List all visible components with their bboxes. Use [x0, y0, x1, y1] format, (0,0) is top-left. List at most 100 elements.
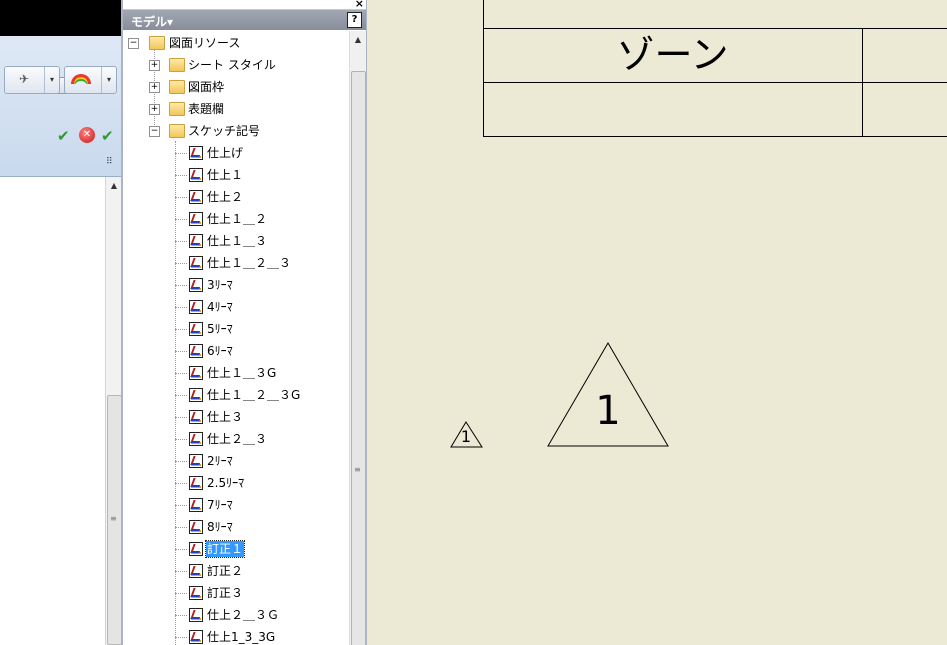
collapse-toggle[interactable]: − — [128, 38, 139, 49]
tree-item-symbol[interactable]: 8ﾘｰﾏ — [123, 516, 349, 538]
tree-label-selected: 訂正１ — [204, 540, 246, 558]
tree-label: 図面リソース — [169, 36, 241, 50]
tree-node-title-block[interactable]: + 表題欄 — [123, 98, 349, 120]
folder-icon — [149, 36, 165, 50]
sketch-symbol-icon — [189, 432, 203, 446]
tree-item-symbol[interactable]: 仕上２＿３Ｇ — [123, 604, 349, 626]
collapse-toggle[interactable]: − — [149, 126, 160, 137]
ribbon-toolbar: ▭ ❐ ✕ ✈ ▾ ▾ — [0, 36, 121, 177]
sketch-symbol-icon — [189, 278, 203, 292]
sketch-symbol-icon — [189, 454, 203, 468]
scroll-thumb[interactable]: ≡ — [107, 395, 121, 645]
tree-item-symbol[interactable]: 仕上１＿３ — [123, 230, 349, 252]
tree-label: 図面枠 — [188, 80, 225, 94]
tree-connector — [175, 241, 187, 242]
window-titlebar — [0, 0, 121, 36]
tree-item-symbol[interactable]: 仕上１＿２＿３G — [123, 384, 349, 406]
tree-label: 4ﾘｰﾏ — [207, 300, 233, 314]
folder-icon — [169, 102, 185, 116]
tree-connector — [175, 285, 187, 286]
panel-title-menu[interactable]: モデル▾ — [131, 13, 173, 30]
tree-connector — [175, 197, 187, 198]
tree-connector — [175, 461, 187, 462]
ok-check-icon[interactable]: ✔ — [101, 127, 114, 145]
tree-item-symbol-selected[interactable]: 訂正１ — [123, 538, 349, 560]
cancel-x-icon[interactable]: ✕ — [79, 127, 95, 143]
help-icon[interactable]: ? — [347, 12, 362, 28]
tree-item-symbol[interactable]: 仕上１＿２＿３ — [123, 252, 349, 274]
folder-icon — [169, 124, 185, 138]
tree-item-symbol[interactable]: 仕上３ — [123, 406, 349, 428]
sketch-symbol-icon — [189, 564, 203, 578]
sketch-symbol-icon — [189, 586, 203, 600]
tree-node-border[interactable]: + 図面枠 — [123, 76, 349, 98]
tree-connector — [175, 593, 187, 594]
tree-label: 訂正２ — [207, 564, 244, 578]
tree-node-sheet-style[interactable]: + シート スタイル — [123, 54, 349, 76]
left-scrollbar[interactable]: ▲ ≡ — [105, 177, 121, 645]
tree-connector — [175, 571, 187, 572]
tree-item-symbol[interactable]: 仕上１＿２ — [123, 208, 349, 230]
tree-connector — [175, 219, 187, 220]
tree-connector — [175, 351, 187, 352]
tree-item-symbol[interactable]: 仕上1_3_3G — [123, 626, 349, 645]
tree-node-sketch-symbols[interactable]: − スケッチ記号 — [123, 120, 349, 142]
tree-scrollbar[interactable]: ▲ ≡ — [349, 31, 366, 645]
tree-item-symbol[interactable]: 訂正２ — [123, 560, 349, 582]
tree-item-symbol[interactable]: 訂正３ — [123, 582, 349, 604]
appearance-split-button[interactable]: ▾ — [64, 66, 117, 94]
grip-icon[interactable]: ⠿ — [106, 157, 113, 167]
tree-connector — [175, 307, 187, 308]
tree-item-symbol[interactable]: 2ﾘｰﾏ — [123, 450, 349, 472]
tree-label: 仕上１＿２ — [207, 212, 268, 226]
zone-header-cell: ゾーン — [616, 33, 729, 77]
tree-item-symbol[interactable]: 仕上げ — [123, 142, 349, 164]
tree-item-symbol[interactable]: 仕上１＿３G — [123, 362, 349, 384]
tree-label: シート スタイル — [188, 58, 276, 72]
tree-item-symbol[interactable]: 2.5ﾘｰﾏ — [123, 472, 349, 494]
tree-label: 仕上２＿３Ｇ — [207, 608, 280, 622]
tree-label: 仕上１＿２＿３G — [207, 388, 301, 402]
rainbow-icon — [71, 74, 91, 84]
expand-toggle[interactable]: + — [149, 104, 160, 115]
tree-label: スケッチ記号 — [188, 124, 261, 138]
tree-item-symbol[interactable]: 6ﾘｰﾏ — [123, 340, 349, 362]
tree-connector — [175, 153, 187, 154]
tree-label: 5ﾘｰﾏ — [207, 322, 233, 336]
drawing-canvas[interactable]: ゾーン 1 1 — [367, 0, 947, 645]
expand-toggle[interactable]: + — [149, 82, 160, 93]
revision-triangle-symbol-small[interactable]: 1 — [450, 421, 484, 449]
scroll-thumb[interactable]: ≡ — [351, 71, 366, 645]
revision-number: 1 — [460, 427, 472, 446]
panel-header: モデル▾ ? — [123, 10, 366, 30]
chevron-down-icon[interactable]: ▾ — [44, 67, 59, 93]
tree-label: 仕上２＿３ — [207, 432, 268, 446]
tree-item-symbol[interactable]: 5ﾘｰﾏ — [123, 318, 349, 340]
close-icon[interactable]: × — [355, 0, 364, 10]
tree-connector — [175, 549, 187, 550]
sketch-symbol-icon — [189, 146, 203, 160]
chevron-down-icon[interactable]: ▾ — [101, 67, 116, 93]
tool-split-button[interactable]: ✈ ▾ — [4, 66, 60, 94]
panel-top-bar: × — [123, 0, 366, 10]
tree-item-symbol[interactable]: 4ﾘｰﾏ — [123, 296, 349, 318]
tree-item-symbol[interactable]: 3ﾘｰﾏ — [123, 274, 349, 296]
tree-node-root[interactable]: − 図面リソース — [123, 32, 349, 54]
revision-triangle-symbol[interactable]: 1 — [546, 342, 670, 448]
accept-check-icon[interactable]: ✔ — [57, 127, 70, 145]
table-rule — [483, 82, 947, 83]
tree-connector — [175, 505, 187, 506]
tree-item-symbol[interactable]: 仕上２＿３ — [123, 428, 349, 450]
expand-toggle[interactable]: + — [149, 60, 160, 71]
tree-label: 仕上1_3_3G — [207, 630, 276, 644]
tree-item-symbol[interactable]: 仕上１ — [123, 164, 349, 186]
tree-connector — [175, 637, 187, 638]
tree-item-symbol[interactable]: 仕上２ — [123, 186, 349, 208]
tree-item-symbol[interactable]: 7ﾘｰﾏ — [123, 494, 349, 516]
sketch-symbol-icon — [189, 388, 203, 402]
tree-connector — [175, 615, 187, 616]
tree-connector — [175, 175, 187, 176]
tree-connector — [175, 329, 187, 330]
scroll-up-icon[interactable]: ▲ — [106, 181, 121, 190]
scroll-up-icon[interactable]: ▲ — [350, 35, 366, 44]
